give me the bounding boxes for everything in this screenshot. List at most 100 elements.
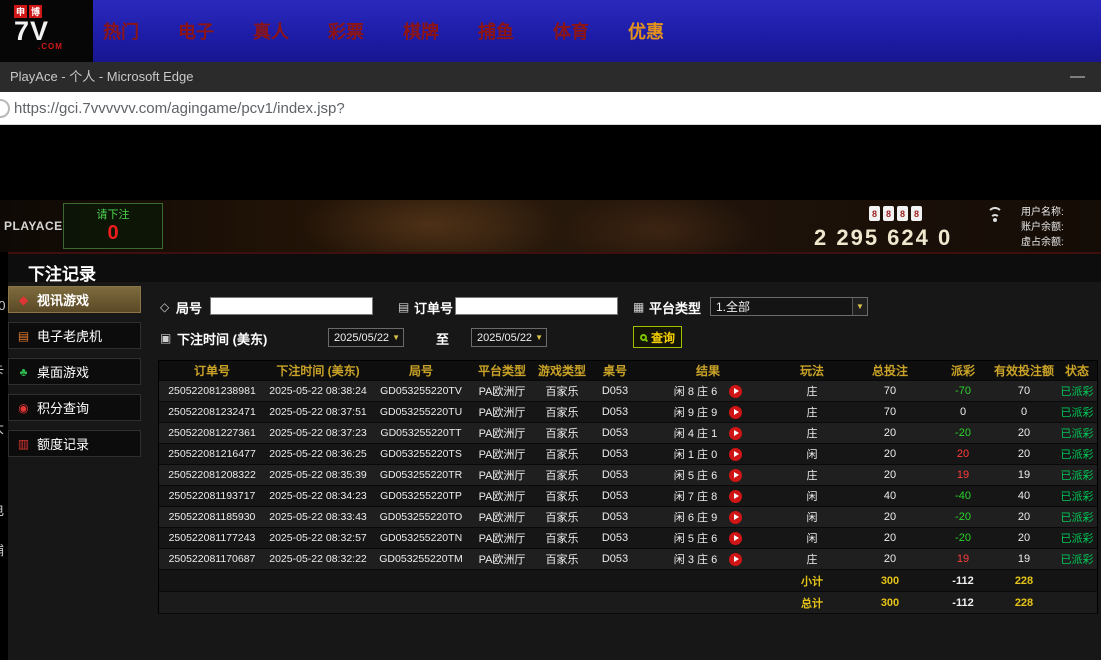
cell-result: 闲 8 庄 6 [639, 383, 777, 399]
cell-game-type: 百家乐 [533, 530, 591, 546]
edge-fragment: 大 [0, 418, 4, 437]
nav-item-hot[interactable]: 热门 [103, 18, 139, 44]
order-number-icon: ▤ [398, 300, 409, 314]
cell-result: 闲 4 庄 1 [639, 425, 777, 441]
sum-total-bet: 300 [847, 597, 933, 609]
cell-bet-time: 2025-05-22 08:35:39 [265, 469, 371, 481]
sum-payout: -112 [933, 597, 993, 609]
cell-platform: PA欧洲厅 [471, 488, 533, 504]
nav-item-fishing[interactable]: 捕鱼 [478, 18, 514, 44]
cell-bet-time: 2025-05-22 08:34:23 [265, 490, 371, 502]
nav-item-sports[interactable]: 体育 [553, 18, 589, 44]
cell-payout: 0 [933, 406, 993, 418]
cell-play-type: 庄 [777, 383, 847, 399]
cell-game-type: 百家乐 [533, 425, 591, 441]
replay-button[interactable] [729, 532, 742, 545]
sidebar-item-points-query[interactable]: ◉积分查询 [8, 394, 141, 421]
cell-round-id: GD053255220TS [371, 448, 471, 460]
video-cards-icon: ◆ [16, 293, 31, 307]
playing-card: 8 [883, 206, 894, 221]
window-title: PlayAce - 个人 - Microsoft Edge [10, 69, 194, 84]
minimize-button[interactable]: — [1070, 62, 1085, 92]
subtotal-row: 小计300-112228 [159, 570, 1097, 592]
replay-button[interactable] [729, 448, 742, 461]
table-row: 2505220811706872025-05-22 08:32:22GD0532… [159, 549, 1097, 570]
chevron-down-icon: ▼ [852, 298, 867, 315]
playing-card: 8 [911, 206, 922, 221]
replay-button[interactable] [729, 490, 742, 503]
replay-button[interactable] [729, 553, 742, 566]
magnifier-icon [640, 334, 647, 341]
bet-records-table: 订单号下注时间 (美东)局号平台类型游戏类型桌号结果玩法总投注派彩有效投注额状态… [158, 360, 1098, 614]
game-background-strip: PLAYACE 请下注 0 8888 2 295 624 0 用户名称:账户余额… [0, 200, 1101, 252]
nav-item-live[interactable]: 真人 [253, 18, 289, 44]
bet-amount: 0 [64, 222, 162, 244]
nav-item-board[interactable]: 棋牌 [403, 18, 439, 44]
date-from-select[interactable]: 2025/05/22 ▼ [328, 328, 404, 347]
cell-table-no: D053 [591, 532, 639, 544]
nav-item-slots[interactable]: 电子 [178, 18, 214, 44]
order-number-label: 订单号 [414, 298, 453, 317]
cell-play-type: 闲 [777, 446, 847, 462]
sidebar-item-table-games[interactable]: ♣ 桌面游戏 [8, 358, 141, 385]
cell-game-type: 百家乐 [533, 383, 591, 399]
blank-page-area [0, 125, 1101, 200]
date-to-select[interactable]: 2025/05/22 ▼ [471, 328, 547, 347]
cell-round-id: GD053255220TO [371, 511, 471, 523]
table-row: 2505220812273612025-05-22 08:37:23GD0532… [159, 423, 1097, 444]
cell-platform: PA欧洲厅 [471, 425, 533, 441]
cell-status: 已派彩 [1055, 446, 1099, 462]
sidebar-item-credit-records[interactable]: ▥额度记录 [8, 430, 141, 457]
result-text: 闲 6 庄 9 [674, 509, 717, 525]
cell-result: 闲 6 庄 9 [639, 509, 777, 525]
cell-valid-bet: 20 [993, 532, 1055, 544]
playing-card: 8 [897, 206, 908, 221]
edge-fragment: 00 [0, 298, 5, 313]
cell-payout: -70 [933, 385, 993, 397]
account-info-label: 用户名称: [1021, 205, 1064, 220]
browser-nav-icon[interactable] [0, 99, 10, 118]
address-url[interactable]: https://gci.7vvvvvv.com/agingame/pcv1/in… [14, 92, 345, 125]
sidebar-item-slot-machines[interactable]: ▤电子老虎机 [8, 322, 141, 349]
order-number-input[interactable] [455, 297, 618, 315]
platform-type-select[interactable]: 1.全部 ▼ [710, 297, 868, 316]
replay-button[interactable] [729, 385, 742, 398]
sidebar-item-video-games[interactable]: ◆视讯游戏 [8, 286, 141, 313]
table-game-icon: ♣ [16, 365, 31, 379]
replay-button[interactable] [729, 406, 742, 419]
replay-button[interactable] [729, 469, 742, 482]
nav-item-lottery[interactable]: 彩票 [328, 18, 364, 44]
sum-valid-bet: 228 [993, 575, 1055, 587]
casino-blur [300, 200, 560, 252]
brand-logo[interactable]: 申 博 7V .COM [0, 0, 93, 62]
cell-valid-bet: 20 [993, 427, 1055, 439]
round-number-input[interactable] [210, 297, 373, 315]
top-nav: 申 博 7V .COM 热门 电子 真人 彩票 棋牌 捕鱼 体育 优惠 [0, 0, 1101, 62]
chevron-down-icon: ▼ [389, 329, 403, 346]
cell-result: 闲 3 庄 6 [639, 551, 777, 567]
cell-valid-bet: 20 [993, 448, 1055, 460]
account-info-labels: 用户名称:账户余额:虚占余额: [1021, 205, 1064, 250]
nav-item-promo[interactable]: 优惠 [628, 18, 664, 44]
cell-status: 已派彩 [1055, 425, 1099, 441]
chevron-down-icon: ▼ [532, 329, 546, 346]
cell-order-id: 250522081208322 [159, 469, 265, 481]
cell-platform: PA欧洲厅 [471, 509, 533, 525]
panel-title: 下注记录 [28, 260, 96, 285]
cell-bet-time: 2025-05-22 08:37:23 [265, 427, 371, 439]
bet-time-label: 下注时间 (美东) [177, 329, 267, 348]
cell-total-bet: 20 [847, 553, 933, 565]
search-button[interactable]: 查询 [633, 326, 682, 348]
column-header: 局号 [371, 362, 471, 379]
column-header: 玩法 [777, 362, 847, 379]
sum-label: 小计 [777, 573, 847, 589]
replay-button[interactable] [729, 427, 742, 440]
points-icon: ◉ [16, 401, 31, 415]
column-header: 订单号 [159, 362, 265, 379]
sum-valid-bet: 228 [993, 597, 1055, 609]
edge-fragment: 捕 [0, 540, 4, 559]
account-info-label: 虚占余额: [1021, 235, 1064, 250]
column-header: 游戏类型 [533, 362, 591, 379]
replay-button[interactable] [729, 511, 742, 524]
sidebar-item-label: 桌面游戏 [37, 362, 89, 381]
